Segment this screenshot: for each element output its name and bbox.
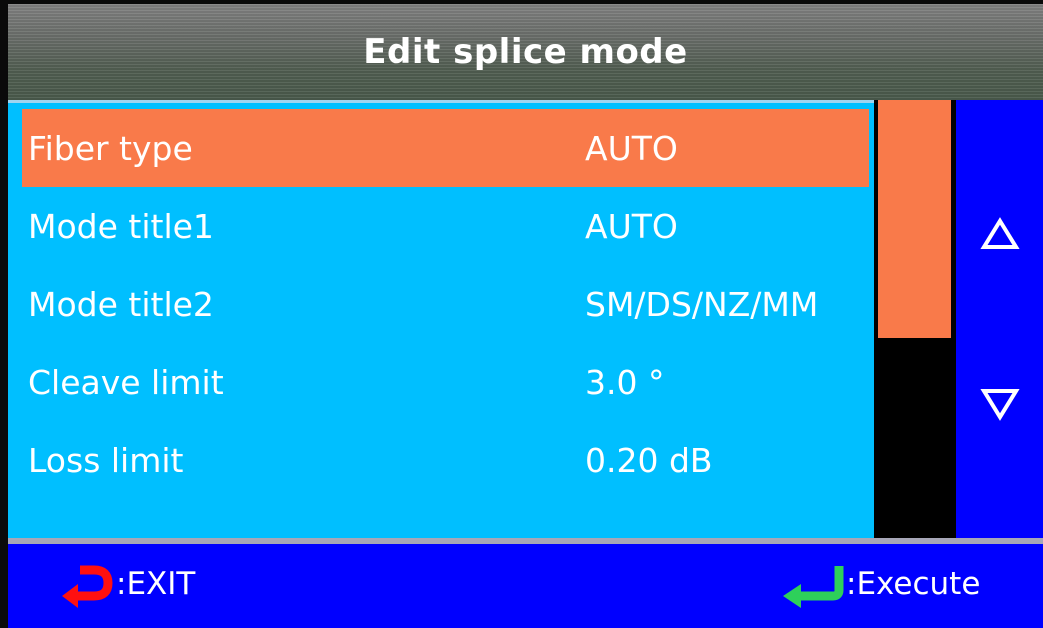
title-bar: Edit splice mode [8,4,1043,100]
page-title: Edit splice mode [363,32,688,72]
scrollbar-thumb[interactable] [878,100,951,338]
execute-label[interactable]: :Execute [846,566,980,602]
list-item-value: SM/DS/NZ/MM [585,285,819,324]
list-item-cleave-limit[interactable]: Cleave limit 3.0 ° [22,343,869,421]
list-item-label: Cleave limit [28,363,224,402]
list-item-mode-title1[interactable]: Mode title1 AUTO [22,187,869,265]
settings-list: Fiber type AUTO Mode title1 AUTO Mode ti… [8,100,874,538]
list-item-value: 0.20 dB [585,441,713,480]
list-item-label: Loss limit [28,441,184,480]
list-item-label: Mode title1 [28,207,214,246]
list-item-value: AUTO [585,129,678,168]
list-item-loss-limit[interactable]: Loss limit 0.20 dB [22,421,869,499]
scroll-down-button[interactable] [972,376,1028,432]
list-item-label: Mode title2 [28,285,214,324]
triangle-up-icon [980,217,1020,249]
list-item-value: AUTO [585,207,678,246]
enter-arrow-icon[interactable] [781,564,847,616]
list-item-fiber-type[interactable]: Fiber type AUTO [22,109,869,187]
exit-label[interactable]: :EXIT [116,566,195,602]
list-item-label: Fiber type [28,129,193,168]
footer-bar: :EXIT :Execute [8,538,1043,628]
triangle-down-icon [980,389,1020,421]
list-item-mode-title2[interactable]: Mode title2 SM/DS/NZ/MM [22,265,869,343]
scroll-up-button[interactable] [972,206,1028,262]
return-arrow-icon[interactable] [58,564,114,616]
scroll-button-panel [956,100,1043,538]
list-item-value: 3.0 ° [585,363,665,402]
